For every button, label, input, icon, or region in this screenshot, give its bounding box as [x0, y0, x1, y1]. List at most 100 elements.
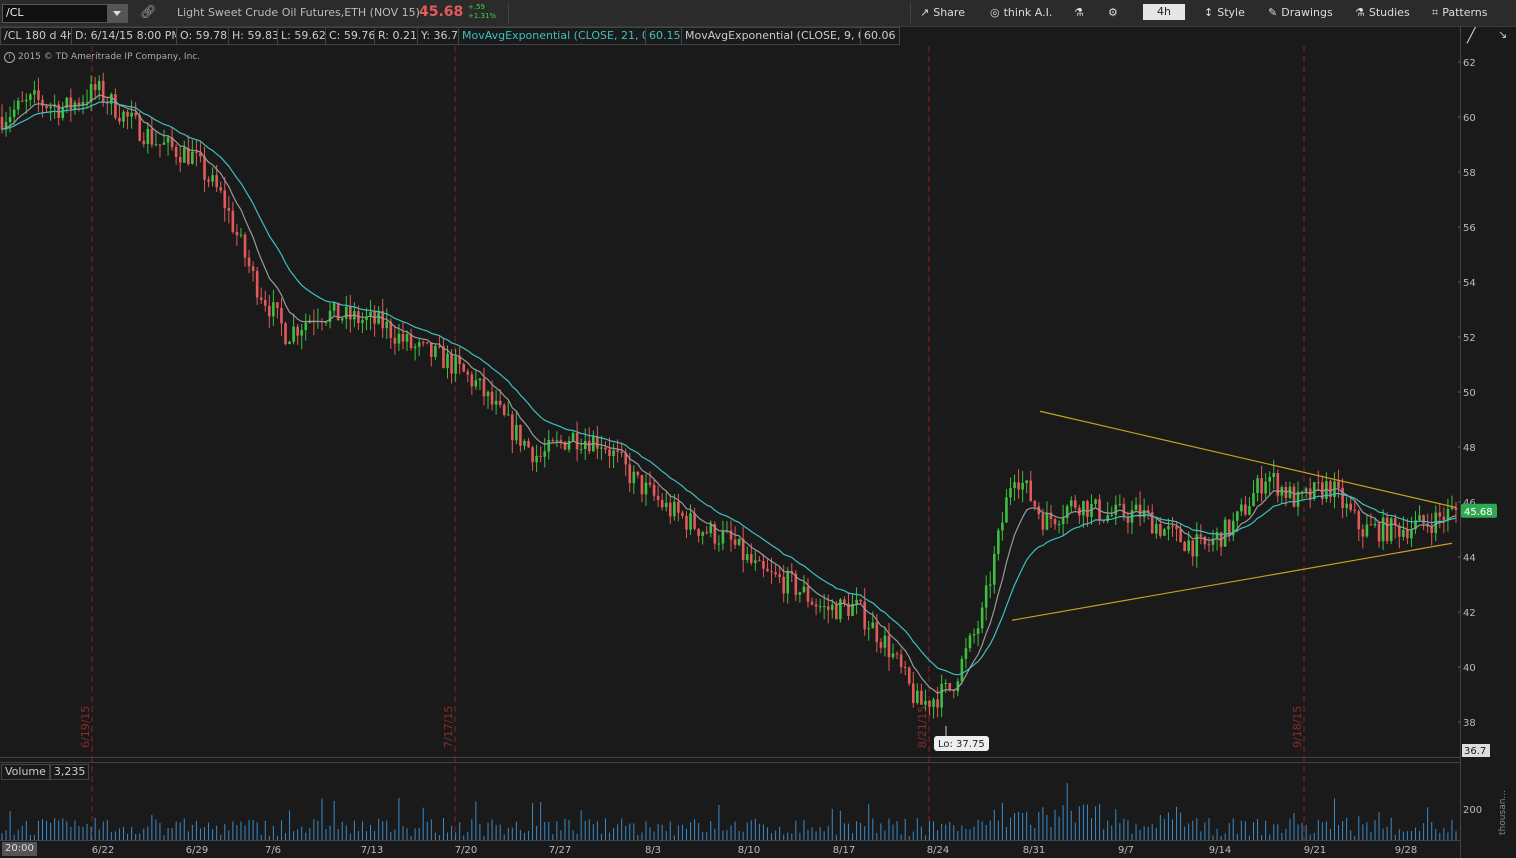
candle-body [806, 586, 810, 602]
candle-body [446, 353, 449, 369]
candle-body [555, 440, 559, 442]
candle-body [1138, 504, 1142, 517]
drawings-label: Drawings [1281, 6, 1333, 19]
candle-body [814, 604, 818, 607]
candle-body [1187, 540, 1190, 552]
price-chart[interactable]: 6/19/15 7/17/15 8/21/15 9/18/15 62605856545… [0, 0, 1516, 858]
candle-body [745, 553, 749, 561]
flask-icon[interactable]: ⚗ [1074, 6, 1084, 19]
candle-body [1381, 517, 1385, 542]
candle-body [863, 601, 866, 630]
pane-divider-2 [0, 762, 1460, 763]
triangle-trendlines[interactable] [1011, 410, 1457, 621]
patterns-icon: ⌗ [1432, 6, 1439, 19]
candle-body [774, 572, 777, 575]
candle-body [1385, 517, 1389, 542]
candle-body [1406, 529, 1409, 539]
candle-body [1053, 519, 1057, 525]
candle-body [1057, 523, 1061, 525]
time-tick-label: 8/24 [927, 845, 949, 856]
candle-body [960, 658, 964, 682]
candle-body [608, 449, 611, 457]
candle-body [1146, 510, 1150, 513]
candle-body [369, 311, 372, 317]
candle-body [365, 316, 368, 321]
date-marker-label: 7/17/15 [442, 706, 455, 748]
candle-body [284, 323, 287, 345]
candle-body [308, 320, 312, 323]
style-button[interactable]: ↕ Style [1204, 6, 1245, 19]
candle-body [1029, 480, 1033, 501]
candle-body [1393, 518, 1397, 526]
candle-body [818, 606, 822, 608]
timeframe-selector[interactable]: 4h [1143, 4, 1185, 20]
ema21-line [1, 100, 1457, 676]
chevron-down-icon[interactable] [107, 5, 127, 22]
link-icon[interactable]: 🔗︎ [140, 5, 157, 20]
pencil-icon: ✎ [1268, 6, 1278, 19]
candle-body [20, 100, 24, 102]
candle-body [1110, 515, 1114, 517]
time-tick-label: 9/28 [1395, 845, 1417, 856]
candle-body [847, 603, 850, 616]
candle-body [438, 345, 441, 347]
flask-studies-icon: ⚗ [1355, 6, 1365, 19]
drawings-button[interactable]: ✎ Drawings [1268, 6, 1333, 19]
candle-body [1082, 501, 1085, 516]
candle-body [1264, 481, 1267, 494]
candle-body [251, 266, 255, 272]
candle-body [296, 326, 299, 336]
candle-body [802, 586, 806, 593]
symbol-selector[interactable]: /CL [2, 4, 128, 23]
candle-body [1065, 506, 1069, 519]
ema21-value: 60.15 [645, 27, 685, 45]
time-tick-label: 9/21 [1304, 845, 1326, 856]
candle-body [920, 690, 923, 705]
think-ai-button[interactable]: ◎ think A.I. [990, 6, 1052, 19]
ema9-label[interactable]: MovAvgExponential (CLOSE, 9, 0) [681, 27, 874, 45]
candle-body [689, 513, 692, 530]
candle-body [1402, 529, 1405, 537]
candle-body [899, 654, 903, 668]
candle-body [1203, 536, 1207, 545]
candle-body [632, 471, 636, 483]
patterns-button[interactable]: ⌗ Patterns [1432, 6, 1488, 20]
candle-body [138, 115, 142, 141]
collapse-icon[interactable]: ↘ [1498, 28, 1507, 41]
candle-body [911, 683, 915, 704]
candle-body [300, 330, 304, 336]
pane-divider[interactable] [0, 757, 1460, 758]
info-icon[interactable]: ! [4, 52, 15, 63]
candle-body [1215, 532, 1219, 539]
candle-body [1211, 538, 1215, 545]
candle-body [1078, 507, 1081, 516]
candle-body [515, 424, 518, 441]
candle-body [1017, 482, 1020, 490]
price-axis-panel[interactable] [1460, 26, 1516, 858]
candle-body [1106, 515, 1109, 522]
candle-body [551, 440, 555, 442]
candle-body [174, 147, 178, 157]
candle-body [1353, 509, 1357, 512]
candle-body [53, 104, 56, 107]
candle-body [272, 302, 275, 317]
candle-body [110, 94, 113, 104]
change-value: +.59 [468, 3, 485, 11]
candle-body [976, 628, 980, 635]
candle-body [519, 424, 522, 446]
studies-button[interactable]: ⚗ Studies [1355, 6, 1410, 19]
share-button[interactable]: ↗ Share [920, 6, 965, 19]
candle-body [482, 378, 486, 397]
candle-body [207, 179, 210, 182]
candle-body [41, 99, 44, 106]
ema21-label[interactable]: MovAvgExponential (CLOSE, 21, 0) [458, 27, 658, 45]
candle-body [988, 584, 992, 586]
candle-body [49, 106, 52, 109]
copyright-text: 2015 © TD Ameritrade IP Company, Inc. [18, 52, 201, 62]
candle-body [1086, 501, 1089, 517]
gear-icon[interactable]: ⚙ [1108, 6, 1118, 19]
candle-body [1325, 481, 1328, 499]
candle-body [320, 320, 324, 323]
candle-body [1009, 488, 1012, 498]
drawing-tool-icon[interactable]: ╱ [1467, 28, 1475, 44]
